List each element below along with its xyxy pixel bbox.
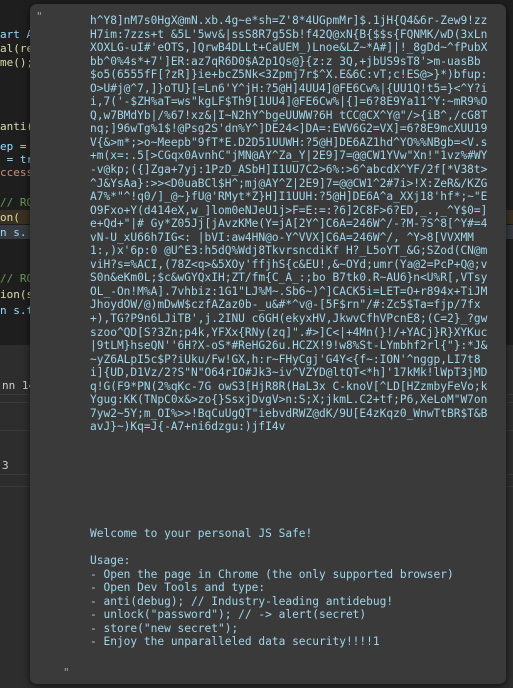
background-code-line: ccess	[0, 166, 34, 179]
background-code-line: al(re	[0, 42, 34, 55]
welcome-usage-message: Welcome to your personal JS Safe! Usage:…	[90, 527, 454, 649]
hover-tooltip: " h^Y8]nM7s0HgX@mN.xb.4g~e*sh=Z'8*4UGpmM…	[30, 4, 506, 684]
background-code-line: n s.t	[0, 304, 34, 317]
background-code-line: // RO	[0, 196, 34, 209]
background-code-line: me();	[0, 56, 34, 69]
background-code-line: on(	[0, 211, 20, 224]
app-window: art Aal(re me(); anti( ep = = tr ccess // RO o…	[0, 0, 513, 688]
close-quote-mark: "	[63, 666, 70, 679]
background-code-line: = tr	[0, 153, 34, 166]
open-quote-mark: "	[36, 10, 43, 23]
background-code-line: n s.	[0, 226, 27, 239]
background-code-line: anti(	[0, 120, 34, 133]
background-code-line: ion(s	[0, 288, 34, 301]
encoded-payload-text: h^Y8]nM7s0HgX@mN.xb.4g~e*sh=Z'8*4UGpmMr]…	[90, 14, 488, 434]
background-code-line: // RO	[0, 272, 34, 285]
background-code-line: art A	[0, 28, 34, 41]
background-code-line: ep =	[0, 140, 34, 153]
